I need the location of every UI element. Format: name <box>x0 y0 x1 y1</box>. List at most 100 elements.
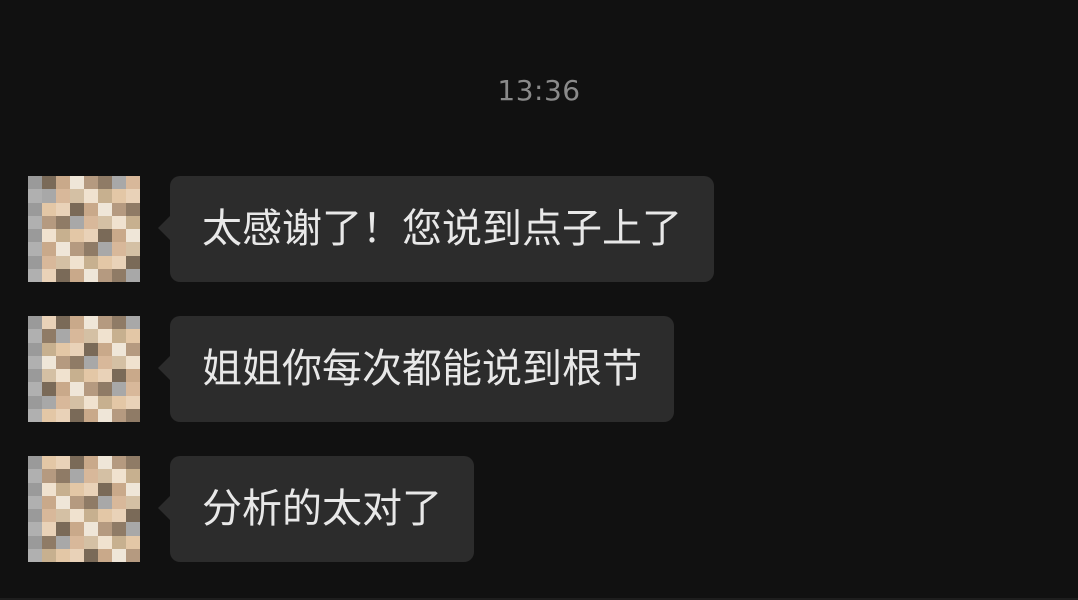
avatar-pixel <box>70 382 84 396</box>
avatar-pixel <box>126 176 140 190</box>
avatar-pixel <box>84 369 98 383</box>
avatar-pixel <box>42 268 56 282</box>
avatar-pixel <box>112 408 126 422</box>
avatar-pixel <box>28 202 42 216</box>
avatar-pixel <box>84 342 98 356</box>
avatar-pixel <box>56 369 70 383</box>
avatar-pixel <box>112 189 126 203</box>
avatar-pixel <box>98 268 112 282</box>
avatar-pixel <box>28 548 42 562</box>
avatar-pixel <box>42 355 56 369</box>
avatar-pixel <box>70 482 84 496</box>
avatar-pixel <box>56 242 70 256</box>
avatar-pixel <box>112 242 126 256</box>
avatar-pixel <box>98 522 112 536</box>
avatar-pixel <box>84 509 98 523</box>
avatar-pixel <box>28 482 42 496</box>
avatar-pixel <box>70 509 84 523</box>
avatar-pixel <box>42 215 56 229</box>
avatar-pixel <box>98 342 112 356</box>
avatar-pixel <box>42 242 56 256</box>
avatar-pixel <box>98 495 112 509</box>
avatar[interactable] <box>28 176 140 282</box>
avatar-pixel <box>70 342 84 356</box>
avatar-pixel <box>112 548 126 562</box>
avatar-pixel <box>98 189 112 203</box>
avatar-pixel <box>70 189 84 203</box>
avatar-pixel <box>56 408 70 422</box>
avatar-pixel <box>70 255 84 269</box>
message-bubble[interactable]: 姐姐你每次都能说到根节 <box>158 316 674 422</box>
avatar-pixel <box>70 202 84 216</box>
avatar-pixel <box>126 495 140 509</box>
avatar-pixel <box>42 229 56 243</box>
avatar-pixel <box>28 395 42 409</box>
avatar-pixel <box>84 215 98 229</box>
message-bubble[interactable]: 太感谢了！您说到点子上了 <box>158 176 714 282</box>
message-bubble[interactable]: 分析的太对了 <box>158 456 474 562</box>
avatar-pixel <box>28 189 42 203</box>
avatar-pixel <box>42 495 56 509</box>
avatar-pixel <box>98 255 112 269</box>
avatar-pixel <box>98 229 112 243</box>
avatar-pixel <box>42 176 56 190</box>
avatar-pixel <box>126 229 140 243</box>
avatar-pixel <box>56 395 70 409</box>
avatar-pixel <box>112 176 126 190</box>
avatar-pixel <box>28 255 42 269</box>
avatar[interactable] <box>28 316 140 422</box>
avatar-pixel <box>56 342 70 356</box>
avatar-pixel <box>28 456 42 470</box>
avatar-pixel <box>28 268 42 282</box>
avatar-pixel <box>126 369 140 383</box>
avatar-pixel <box>42 408 56 422</box>
avatar-pixel <box>28 355 42 369</box>
avatar-pixel <box>112 382 126 396</box>
avatar-pixel <box>112 369 126 383</box>
avatar-pixel <box>42 189 56 203</box>
avatar-pixel <box>126 329 140 343</box>
avatar-pixel <box>126 355 140 369</box>
avatar-pixel <box>28 329 42 343</box>
avatar-pixel <box>84 395 98 409</box>
avatar-pixel <box>84 176 98 190</box>
avatar-pixel <box>98 482 112 496</box>
avatar-pixel <box>70 369 84 383</box>
avatar-pixel <box>126 408 140 422</box>
avatar-pixel <box>126 215 140 229</box>
avatar[interactable] <box>28 456 140 562</box>
avatar-pixel <box>84 268 98 282</box>
avatar-pixel <box>70 548 84 562</box>
avatar-pixel <box>126 189 140 203</box>
avatar-pixel <box>112 495 126 509</box>
avatar-pixel <box>84 456 98 470</box>
avatar-pixel <box>56 316 70 330</box>
avatar-pixel <box>70 456 84 470</box>
avatar-pixel <box>56 189 70 203</box>
avatar-pixel <box>42 456 56 470</box>
avatar-pixel <box>112 522 126 536</box>
avatar-pixel <box>70 329 84 343</box>
avatar-pixel <box>28 369 42 383</box>
avatar-pixel <box>126 316 140 330</box>
avatar-pixel <box>98 408 112 422</box>
avatar-pixel <box>126 469 140 483</box>
avatar-pixel <box>126 509 140 523</box>
avatar-pixel <box>28 522 42 536</box>
avatar-pixel <box>70 395 84 409</box>
avatar-pixel <box>112 255 126 269</box>
avatar-pixel <box>84 522 98 536</box>
avatar-pixel <box>126 202 140 216</box>
avatar-pixel <box>98 548 112 562</box>
avatar-pixel <box>126 522 140 536</box>
avatar-pixel <box>56 495 70 509</box>
avatar-pixel <box>42 469 56 483</box>
avatar-pixel <box>28 408 42 422</box>
avatar-pixel <box>126 482 140 496</box>
avatar-pixel <box>70 316 84 330</box>
avatar-pixel <box>56 215 70 229</box>
avatar-pixel <box>98 395 112 409</box>
avatar-pixel <box>84 355 98 369</box>
avatar-pixel <box>98 242 112 256</box>
avatar-pixel <box>70 522 84 536</box>
